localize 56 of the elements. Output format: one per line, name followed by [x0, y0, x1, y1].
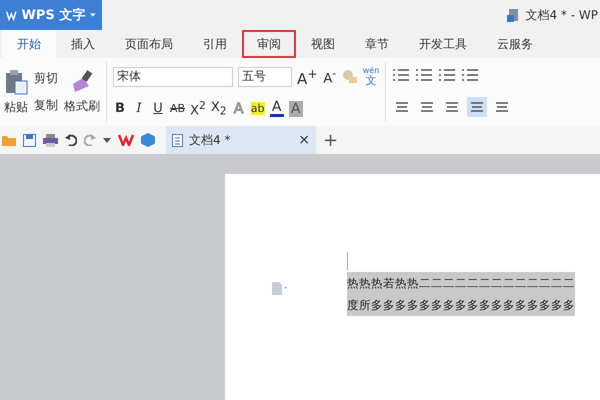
format-button[interactable]: X$_{2}$	[210, 100, 227, 118]
format-painter-button[interactable]: 格式刷	[64, 98, 100, 114]
list-icon	[438, 68, 456, 82]
align-icon	[495, 100, 510, 112]
align-button[interactable]	[467, 96, 488, 116]
shrink-font-button[interactable]: A$^{-}$	[322, 66, 337, 86]
align-icon	[420, 100, 434, 112]
undo-icon	[65, 134, 77, 146]
close-tab-button[interactable]: ×	[298, 132, 310, 148]
app-menu-button[interactable]: WPS 文字	[0, 0, 102, 30]
caret-icon	[103, 138, 111, 142]
new-tab-button[interactable]: +	[323, 130, 338, 150]
w-logo-icon	[6, 10, 17, 20]
format-button[interactable]: AB	[170, 102, 186, 116]
list-icon	[392, 68, 410, 82]
printer-icon	[43, 134, 58, 146]
ribbon-tab[interactable]: 页面布局	[110, 30, 188, 58]
format-button[interactable]: X$^{2}$	[190, 98, 206, 118]
document-icon	[172, 134, 183, 146]
w-logo-icon	[118, 134, 134, 146]
align-icon	[395, 100, 410, 112]
ribbon-tab[interactable]: 审阅	[242, 30, 296, 58]
ribbon-tab[interactable]: 引用	[188, 30, 242, 58]
clipboard-icon	[4, 68, 28, 94]
cut-button[interactable]: 剪切	[34, 70, 58, 87]
ribbon-tab[interactable]: 开始	[2, 30, 56, 58]
paste-button[interactable]: 粘贴	[4, 98, 28, 116]
caret-icon	[90, 13, 96, 17]
ribbon-tab[interactable]: 开发工具	[404, 30, 482, 58]
ribbon-tab[interactable]: 云服务	[482, 30, 548, 58]
align-icon	[470, 100, 484, 112]
font-name-dropdown[interactable]: 宋体	[113, 66, 233, 87]
ribbon-tab[interactable]: 章节	[350, 30, 404, 58]
window-title: 文档4 * - WP	[525, 6, 598, 24]
text-effect-button[interactable]: A	[270, 100, 284, 118]
list-icon	[415, 68, 434, 82]
format-button[interactable]: I	[132, 101, 146, 116]
text-effect-button[interactable]: ab	[250, 102, 265, 116]
folder-icon	[2, 134, 16, 146]
ribbon-tab[interactable]: 视图	[296, 30, 350, 58]
redo-icon	[84, 134, 96, 146]
app-name: WPS 文字	[22, 6, 86, 24]
align-icon	[445, 100, 460, 112]
document-tab[interactable]: 文档4 * ×	[166, 126, 316, 154]
font-size-dropdown[interactable]: 五号	[238, 66, 292, 87]
page-icon	[271, 282, 287, 296]
ribbon-tab[interactable]: 插入	[56, 30, 110, 58]
copy-button[interactable]: 复制	[34, 97, 58, 114]
phonetic-guide-button[interactable]: wén 文	[362, 67, 380, 86]
grow-font-button[interactable]: A$^{+}$	[297, 66, 318, 88]
save-icon	[23, 134, 36, 146]
list-icon	[461, 68, 480, 82]
brush-icon	[71, 70, 93, 94]
format-button[interactable]: U	[151, 101, 165, 116]
format-button[interactable]: B	[113, 101, 127, 116]
document-tab-title: 文档4 *	[189, 132, 230, 148]
